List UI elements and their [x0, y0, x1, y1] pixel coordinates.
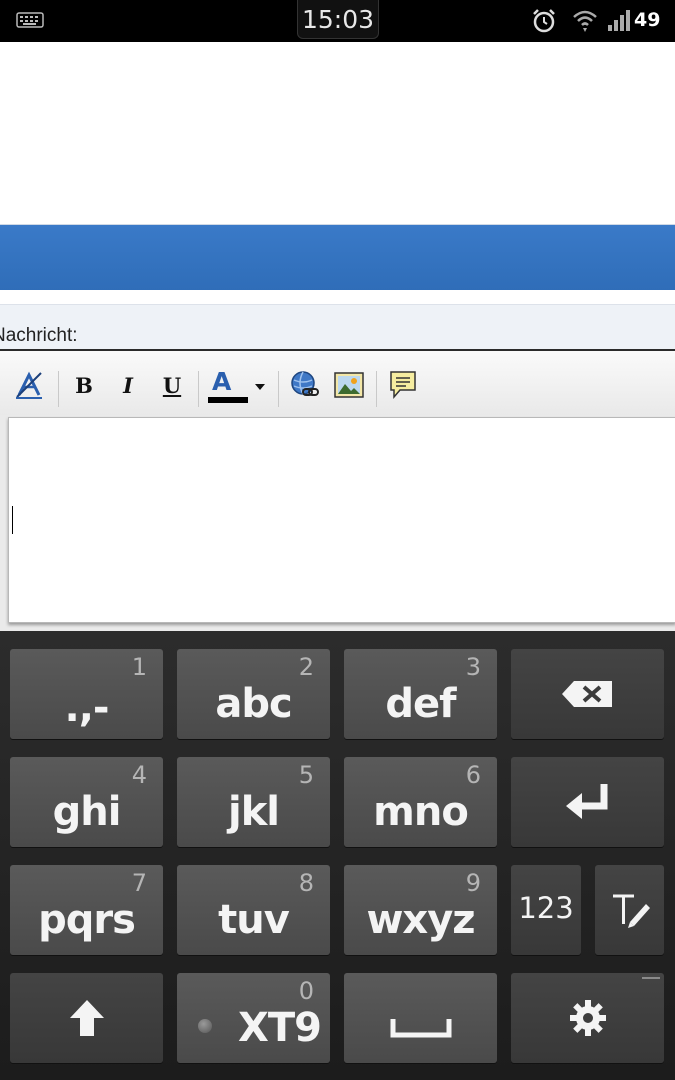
key-label: mno [373, 789, 469, 835]
key-3[interactable]: 3 def [344, 649, 497, 739]
clock-frame: 15:03 [297, 0, 379, 39]
handwriting-key[interactable] [595, 865, 664, 955]
backspace-icon [561, 681, 612, 707]
key-label: def [385, 681, 456, 727]
battery-level: 49 [634, 9, 661, 31]
underline-button[interactable]: U [158, 369, 186, 401]
settings-icon [569, 1000, 606, 1036]
underline-label: U [162, 372, 182, 398]
key-4[interactable]: 4 ghi [10, 757, 163, 847]
enter-icon [565, 784, 607, 819]
page-spacer [0, 290, 675, 305]
shift-key[interactable] [10, 973, 163, 1063]
enter-icon-wrap [511, 757, 664, 847]
key-number: 1 [131, 653, 147, 681]
chevron-down-icon [255, 384, 265, 390]
bold-button[interactable]: B [70, 369, 98, 401]
handwriting-icon-wrap [595, 865, 664, 955]
page-top-area [0, 42, 675, 224]
numeric-mode-label: 123 [518, 891, 574, 925]
space-icon-wrap [344, 973, 497, 1063]
space-icon [390, 1019, 451, 1038]
key-label: wxyz [366, 897, 475, 943]
quote-icon [390, 371, 416, 400]
toolbar-separator [376, 371, 377, 407]
link-button[interactable] [288, 369, 322, 401]
toolbar-separator [278, 371, 279, 407]
key-6[interactable]: 6 mno [344, 757, 497, 847]
status-time: 15:03 [301, 5, 375, 34]
onscreen-keyboard: 1 .,- 2 abc 3 def 4 ghi 5 jkl 6 mno 7 pq… [0, 631, 675, 1080]
key-number: 0 [298, 977, 314, 1005]
key-0[interactable]: 0 XT9 [177, 973, 330, 1063]
key-number: 2 [298, 653, 314, 681]
italic-button[interactable]: I [114, 369, 142, 401]
message-textarea[interactable] [8, 417, 675, 623]
editor-toolbar: B I U A [0, 351, 675, 415]
key-label: ghi [52, 789, 122, 835]
key-7[interactable]: 7 pqrs [10, 865, 163, 955]
key-number: 3 [465, 653, 481, 681]
page-header-bar [0, 224, 675, 291]
key-label: .,- [64, 685, 110, 731]
handwriting-icon [612, 894, 650, 928]
key-number: 4 [131, 761, 147, 789]
key-number: 8 [298, 869, 314, 897]
remove-format-icon [16, 371, 42, 399]
key-number: 7 [131, 869, 147, 897]
numeric-mode-key[interactable]: 123 [511, 865, 581, 955]
image-button[interactable] [332, 369, 366, 401]
key-number: 6 [465, 761, 481, 789]
key-5[interactable]: 5 jkl [177, 757, 330, 847]
key-number: 5 [298, 761, 314, 789]
shift-icon-wrap [10, 973, 163, 1063]
remove-format-button[interactable] [12, 369, 46, 401]
message-label-row: Nachricht: [0, 305, 675, 349]
quote-button[interactable] [386, 369, 420, 401]
alarm-icon [533, 9, 555, 33]
message-label: Nachricht: [0, 325, 78, 346]
key-label: jkl [227, 789, 280, 835]
bold-label: B [75, 372, 93, 398]
key-1[interactable]: 1 .,- [10, 649, 163, 739]
key-label: tuv [218, 897, 290, 943]
shift-icon [69, 1000, 104, 1036]
wifi-icon [573, 10, 597, 32]
key-label: pqrs [38, 897, 136, 943]
key-2[interactable]: 2 abc [177, 649, 330, 739]
key-label: abc [215, 681, 292, 727]
keyboard-icon [16, 12, 44, 28]
font-color-label: A [212, 367, 232, 396]
toolbar-separator [198, 371, 199, 407]
enter-key[interactable] [511, 757, 664, 847]
italic-label: I [123, 372, 133, 398]
key-9[interactable]: 9 wxyz [344, 865, 497, 955]
key-label: XT9 [238, 1005, 322, 1051]
rich-text-editor: B I U A [0, 349, 675, 633]
settings-key[interactable] [511, 973, 664, 1063]
settings-icon-wrap [511, 973, 664, 1063]
text-caret [12, 506, 13, 534]
key-8[interactable]: 8 tuv [177, 865, 330, 955]
space-key[interactable] [344, 973, 497, 1063]
toolbar-separator [58, 371, 59, 407]
font-color-button[interactable]: A [206, 365, 270, 405]
signal-icon [608, 10, 630, 31]
font-color-swatch [208, 397, 248, 403]
link-icon [291, 371, 319, 396]
status-bar: 15:03 49 [0, 0, 675, 42]
key-number: 9 [465, 869, 481, 897]
backspace-icon-wrap [511, 649, 664, 739]
backspace-key[interactable] [511, 649, 664, 739]
image-icon [334, 372, 364, 398]
